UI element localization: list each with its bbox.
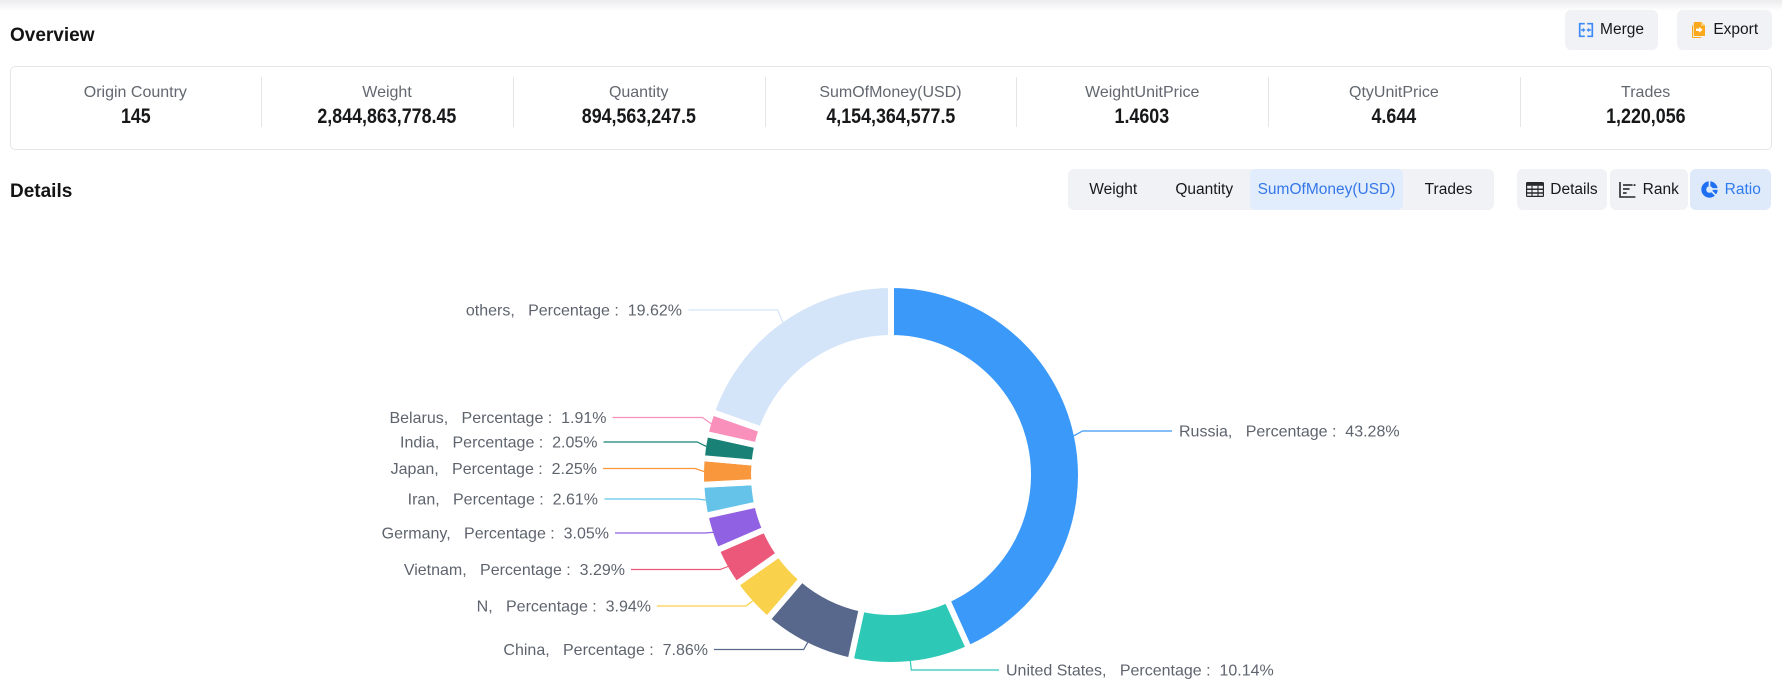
svg-text:Russia, Percentage : 43.28%: Russia, Percentage : 43.28% <box>1179 423 1400 440</box>
svg-text:India, Percentage : 2.05%: India, Percentage : 2.05% <box>400 434 597 451</box>
svg-text:China, Percentage : 7.86%: China, Percentage : 7.86% <box>503 642 708 659</box>
svg-text:others, Percentage : 19.62%: others, Percentage : 19.62% <box>466 302 682 319</box>
svg-text:N, Percentage : 3.94%: N, Percentage : 3.94% <box>477 598 651 615</box>
svg-text:Germany, Percentage : 3.05%: Germany, Percentage : 3.05% <box>382 525 609 542</box>
svg-text:Japan, Percentage : 2.25%: Japan, Percentage : 2.25% <box>391 461 597 478</box>
svg-text:Belarus, Percentage : 1.91%: Belarus, Percentage : 1.91% <box>389 410 606 427</box>
svg-text:Iran, Percentage : 2.61%: Iran, Percentage : 2.61% <box>408 491 598 508</box>
svg-text:Vietnam, Percentage : 3.29%: Vietnam, Percentage : 3.29% <box>404 562 625 579</box>
svg-text:United States, Percentage :: United States, Percentage : 10.14% <box>1006 662 1274 679</box>
